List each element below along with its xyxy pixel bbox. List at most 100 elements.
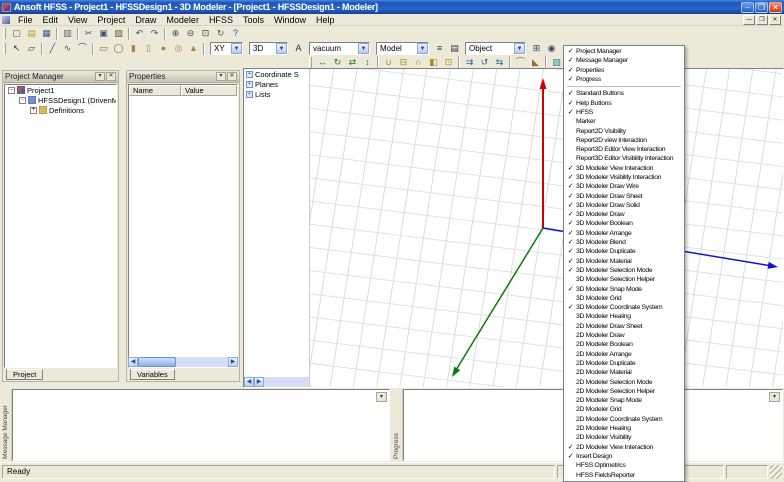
scroll-thumb[interactable]	[138, 357, 176, 367]
toolbar-menu-item[interactable]: 2D Modeler Duplicate	[565, 359, 683, 368]
new-project-icon[interactable]: ▢	[9, 27, 24, 40]
toolbar-menu-item[interactable]: ✓ 3D Modeler Duplicate	[565, 247, 683, 256]
help-icon[interactable]: ?	[228, 27, 243, 40]
copy-icon[interactable]: ▣	[96, 27, 111, 40]
toolbar-menu-item[interactable]: HFSS FieldsReporter	[565, 470, 683, 479]
toolbar-menu-item[interactable]: ✓ 3D Modeler Visibility Interaction	[565, 173, 683, 182]
maximize-button[interactable]: ❐	[755, 1, 768, 13]
chamfer-icon[interactable]: ◣	[528, 56, 543, 69]
column-header-name[interactable]: Name	[129, 85, 181, 96]
scroll-right-icon[interactable]: ▶	[228, 357, 238, 367]
split-icon[interactable]: ◧	[426, 56, 441, 69]
toolbar-menu-item[interactable]: 2D Modeler Selection Helper	[565, 387, 683, 396]
project-manager-header[interactable]: Project Manager ▾ ✕	[3, 71, 118, 83]
draw-text-icon[interactable]: A	[291, 42, 306, 55]
show-attributes-icon[interactable]: ▤	[447, 42, 462, 55]
selection-combo[interactable]: Object ▼	[465, 42, 526, 55]
toolbar-menu-item[interactable]: Report2D view Interaction	[565, 136, 683, 145]
display-combo[interactable]: Model ▼	[376, 42, 429, 55]
expand-icon[interactable]: +	[30, 106, 37, 114]
toolbar-menu-item[interactable]: 2D Modeler Snap Mode	[565, 396, 683, 405]
toolbar-grip[interactable]	[3, 28, 6, 39]
cut-icon[interactable]: ✂	[81, 27, 96, 40]
close-button[interactable]: ✕	[769, 1, 782, 13]
plane-combo[interactable]: XY ▼	[210, 42, 243, 55]
draw-sphere-icon[interactable]: ●	[156, 42, 171, 55]
draw-cylinder-icon[interactable]: ▯	[141, 42, 156, 55]
toolbar-menu-item[interactable]: ✓ Message Manager	[565, 56, 683, 65]
fillet-icon[interactable]: ⌒	[513, 56, 528, 69]
toolbar-menu-item[interactable]: ✓ 3D Modeler Selection Mode	[565, 266, 683, 275]
toolbar-menu-item[interactable]: ✓ Standard Buttons	[565, 89, 683, 98]
toolbar-menu-item[interactable]: 2D Modeler Visibility	[565, 433, 683, 442]
project-tree-item[interactable]: - HFSSDesign1 (DrivenModal)	[5, 95, 116, 105]
toolbar-menu-item[interactable]: ✓ Help Buttons	[565, 98, 683, 107]
toolbar-menu-item[interactable]: ✓ 3D Modeler Arrange	[565, 229, 683, 238]
intersect-icon[interactable]: ∩	[411, 56, 426, 69]
collapse-icon[interactable]: -	[19, 96, 26, 104]
toolbar-menu-item[interactable]: 2D Modeler Grid	[565, 405, 683, 414]
zoom-out-icon[interactable]: ⊖	[183, 27, 198, 40]
toolbar-menu-item[interactable]: ✓ 3D Modeler Blend	[565, 238, 683, 247]
draw-torus-icon[interactable]: ◎	[171, 42, 186, 55]
toolbar-menu-item[interactable]: ✓ HFSS	[565, 108, 683, 117]
toolbar-menu-item[interactable]: 2D Modeler Draw	[565, 331, 683, 340]
scroll-track[interactable]	[176, 357, 228, 367]
scroll-left-icon[interactable]: ◀	[244, 377, 254, 387]
select-object-icon[interactable]: ↖	[9, 42, 24, 55]
panel-menu-icon[interactable]: ▾	[376, 392, 387, 402]
toolbar-menu-item[interactable]: 2D Modeler Draw Sheet	[565, 322, 683, 331]
project-tree-item[interactable]: - Project1	[5, 85, 116, 95]
duplicate-around-axis-icon[interactable]: ↺	[477, 56, 492, 69]
draw-circle-icon[interactable]: ◯	[111, 42, 126, 55]
chevron-down-icon[interactable]: ▼	[276, 43, 287, 54]
toolbar-menu-item[interactable]: 3D Modeler Grid	[565, 294, 683, 303]
toolbar-menu-item[interactable]: ✓ 3D Modeler Coordinate System	[565, 303, 683, 312]
child-restore-button[interactable]: ❐	[756, 14, 768, 25]
tab-project[interactable]: Project	[6, 369, 44, 380]
material-combo[interactable]: vacuum ▼	[309, 42, 370, 55]
grid-toggle-icon[interactable]: ⊞	[529, 42, 544, 55]
toolbar-menu-item[interactable]: Marker	[565, 117, 683, 126]
save-icon[interactable]: ▦	[39, 27, 54, 40]
toolbar-menu-item[interactable]: ✓ 3D Modeler Draw Wire	[565, 182, 683, 191]
menu-tools[interactable]: Tools	[238, 14, 269, 26]
project-tree-item[interactable]: + Definitions	[5, 105, 116, 115]
draw-spline-icon[interactable]: ∿	[60, 42, 75, 55]
toolbar-menu-item[interactable]: 2D Modeler Boolean	[565, 340, 683, 349]
toolbar-menu-item[interactable]: ✓ 3D Modeler Snap Mode	[565, 284, 683, 293]
redo-icon[interactable]: ↷	[147, 27, 162, 40]
toolbar-menu-item[interactable]: ✓ 3D Modeler Draw	[565, 210, 683, 219]
toolbar-menu-item[interactable]: ✓ 3D Modeler Boolean	[565, 219, 683, 228]
rotate-icon[interactable]: ↻	[330, 56, 345, 69]
menu-project[interactable]: Project	[92, 14, 130, 26]
open-project-icon[interactable]: ▤	[24, 27, 39, 40]
child-minimize-button[interactable]: —	[743, 14, 755, 25]
panel-menu-icon[interactable]: ▾	[95, 72, 105, 81]
toolbar-grip[interactable]	[309, 56, 312, 68]
message-manager-titlebar[interactable]: Message Manager	[1, 389, 12, 461]
zoom-in-icon[interactable]: ⊕	[168, 27, 183, 40]
fit-view-icon[interactable]: ⊡	[198, 27, 213, 40]
toolbar-menu-item[interactable]: ✓ Progress	[565, 75, 683, 84]
chevron-down-icon[interactable]: ▼	[358, 43, 369, 54]
duplicate-mirror-icon[interactable]: ⇆	[492, 56, 507, 69]
rotate-view-icon[interactable]: ↻	[213, 27, 228, 40]
properties-scrollbar[interactable]: ◀ ▶	[128, 357, 238, 367]
draw-line-icon[interactable]: ╱	[45, 42, 60, 55]
scroll-left-icon[interactable]: ◀	[128, 357, 138, 367]
draw-box-icon[interactable]: ▮	[126, 42, 141, 55]
progress-titlebar[interactable]: Progress	[392, 389, 403, 461]
toolbar-menu-item[interactable]: ✓ Insert Design	[565, 452, 683, 461]
toolbar-menu-item[interactable]: ✓ 3D Modeler Draw Sheet	[565, 191, 683, 200]
chevron-down-icon[interactable]: ▼	[231, 43, 242, 54]
assign-material-icon[interactable]: ▨	[549, 56, 564, 69]
toolbar-menu-item[interactable]: 3D Modeler Healing	[565, 312, 683, 321]
chevron-down-icon[interactable]: ▼	[514, 43, 525, 54]
properties-header[interactable]: Properties ▾ ✕	[127, 71, 239, 83]
draw-cone-icon[interactable]: ▲	[186, 42, 201, 55]
toolbar-menu-item[interactable]: 2D Modeler Coordinate System	[565, 415, 683, 424]
modeler-3d-view[interactable]: + Coordinate S + Planes + Lists ◀ ▶	[243, 68, 784, 388]
print-icon[interactable]: ▥	[60, 27, 75, 40]
scroll-track[interactable]	[264, 377, 309, 387]
